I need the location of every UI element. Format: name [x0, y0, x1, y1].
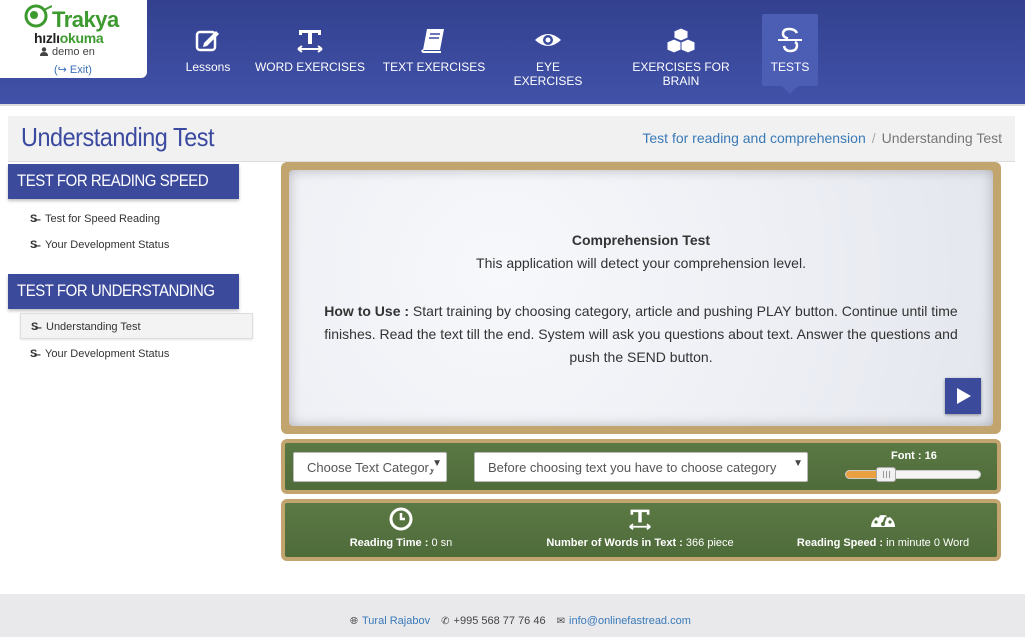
globe-icon: 🌐︎: [350, 616, 358, 627]
breadcrumb-current: Understanding Test: [881, 130, 1002, 146]
play-button[interactable]: [945, 378, 981, 414]
nav-text-exercises[interactable]: TEXT EXERCISES: [382, 14, 486, 86]
sidebar-item-development-status-understanding[interactable]: S̶ Your Development Status: [20, 341, 253, 367]
intro-subtitle: This application will detect your compre…: [476, 255, 806, 271]
sidebar-item-label: Your Development Status: [45, 348, 170, 360]
nav-label: WORD EXERCISES: [254, 60, 365, 74]
logo-area: Trakya hızlıokuma demo en (↪ Exit): [0, 0, 147, 78]
intro-instructions: How to Use : Start training by choosing …: [313, 300, 969, 369]
sidebar-item-label: Your Development Status: [45, 239, 170, 251]
sidebar-item-label: Understanding Test: [46, 321, 141, 333]
stats-bar: Reading Time : 0 sn Number of Words in T…: [281, 499, 1001, 561]
page-title: Understanding Test: [21, 122, 215, 152]
logo-eye-icon: [24, 4, 52, 28]
intro-title: Comprehension Test: [571, 232, 711, 248]
slider-handle[interactable]: [875, 467, 896, 482]
footer-name-link[interactable]: Tural Rajabov: [362, 615, 430, 627]
exit-link[interactable]: (↪ Exit): [54, 63, 92, 76]
footer-contacts: 🌐︎ Tural Rajabov ✆ +995 568 77 76 46 ✉ info…: [350, 615, 691, 627]
caret-down-icon: ▼: [429, 458, 442, 469]
cubes-icon: [666, 27, 696, 54]
nav-label: EXERCISES FOR BRAIN: [632, 60, 730, 88]
font-label-text: Font :: [891, 450, 925, 462]
strikethrough-s-icon: [778, 27, 802, 53]
reading-speed-stat: Reading Speed : in minute 0 Word: [785, 507, 981, 549]
caret-down-icon: ▼: [790, 458, 803, 469]
text-width-icon: [297, 30, 323, 53]
font-size-label: Font : 16: [891, 450, 937, 462]
strikethrough-s-icon: S̶: [30, 348, 38, 360]
sidebar-item-development-status-speed[interactable]: S̶ Your Development Status: [20, 232, 253, 258]
nav-label: TEXT EXERCISES: [382, 60, 486, 74]
how-to-use-label: How to Use :: [324, 303, 410, 319]
content-card: Understanding Test Test for reading and …: [0, 104, 1025, 594]
strikethrough-s-icon: S̶: [31, 321, 39, 333]
logo-sub-dark: hızlı: [34, 30, 60, 46]
breadcrumb: Test for reading and comprehension / Under…: [642, 130, 1002, 146]
dashboard-icon: [871, 511, 895, 527]
intro-paper: Comprehension Test This application will…: [289, 170, 993, 426]
reading-time-value: 0 sn: [428, 537, 453, 549]
footer: 🌐︎ Tural Rajabov ✆ +995 568 77 76 46 ✉ info…: [0, 606, 1025, 637]
sidebar-section-reading-speed: TEST FOR READING SPEED: [8, 164, 239, 199]
strikethrough-s-icon: S̶: [30, 239, 38, 251]
strikethrough-s-icon: S̶: [30, 213, 38, 225]
logo-subtext: hızlıokuma: [34, 30, 104, 46]
eye-icon: [535, 34, 561, 46]
nav-tests[interactable]: TESTS: [762, 14, 818, 94]
nav-label: TESTS: [770, 60, 810, 74]
reading-speed-label: Reading Speed :: [796, 537, 884, 549]
title-bar: Understanding Test Test for reading and …: [8, 116, 1015, 162]
text-select[interactable]: Before choosing text you have to choose …: [474, 452, 808, 482]
reading-time-stat: Reading Time : 0 sn: [329, 507, 473, 549]
text-select-value: Before choosing text you have to choose …: [488, 460, 777, 475]
nav-lessons[interactable]: Lessons: [170, 14, 246, 86]
category-select-value: Choose Text Category: [307, 460, 436, 475]
nav-label: Lessons: [185, 60, 231, 74]
reading-speed-value: in minute 0 Word: [883, 537, 970, 549]
word-count-stat: Number of Words in Text : 366 piece: [537, 507, 743, 549]
footer-phone: +995 568 77 76 46: [453, 615, 546, 627]
breadcrumb-separator: /: [871, 130, 876, 146]
word-count-value: 366 piece: [682, 537, 734, 549]
envelope-icon: ✉: [556, 616, 566, 627]
font-size-slider[interactable]: [845, 467, 981, 482]
section-title: TEST FOR READING SPEED: [17, 171, 209, 190]
sidebar-item-label: Test for Speed Reading: [45, 213, 160, 225]
sidebar-item-understanding-test[interactable]: S̶ Understanding Test: [20, 313, 253, 339]
sidebar-section-understanding: TEST FOR UNDERSTANDING: [8, 274, 239, 309]
controls-bar: Choose Text Category ▼ Before choosing t…: [281, 439, 1001, 494]
book-icon: [421, 29, 444, 53]
phone-icon: ✆: [441, 616, 450, 627]
category-select[interactable]: Choose Text Category ▼: [293, 452, 447, 482]
sidebar-item-test-speed-reading[interactable]: S̶ Test for Speed Reading: [20, 206, 253, 232]
footer-email-link[interactable]: info@onlinefastread.com: [569, 615, 691, 627]
reading-time-label: Reading Time :: [349, 537, 429, 549]
nav-label: EYE EXERCISES: [513, 60, 583, 88]
play-icon: [957, 388, 971, 404]
top-navigation-bar: Trakya hızlıokuma demo en (↪ Exit) Lesso…: [0, 0, 1025, 104]
intro-board: Comprehension Test This application will…: [281, 162, 1001, 434]
nav-word-exercises[interactable]: WORD EXERCISES: [254, 14, 366, 86]
clock-icon: [389, 507, 413, 531]
nav-exercises-for-brain[interactable]: EXERCISES FOR BRAIN: [614, 14, 748, 88]
user-icon: [40, 47, 48, 56]
username: demo en: [52, 46, 95, 58]
font-size-value: 16: [924, 450, 937, 462]
nav-eye-exercises[interactable]: EYE EXERCISES: [502, 14, 594, 88]
pencil-square-icon: [195, 30, 219, 52]
text-width-icon: [629, 509, 651, 530]
word-count-label: Number of Words in Text :: [546, 537, 683, 549]
user-info: demo en: [40, 46, 95, 58]
how-to-use-text: Start training by choosing category, art…: [324, 303, 958, 365]
breadcrumb-link[interactable]: Test for reading and comprehension: [642, 130, 865, 146]
logo-sub-green: okuma: [59, 30, 104, 46]
section-title: TEST FOR UNDERSTANDING: [17, 281, 215, 300]
